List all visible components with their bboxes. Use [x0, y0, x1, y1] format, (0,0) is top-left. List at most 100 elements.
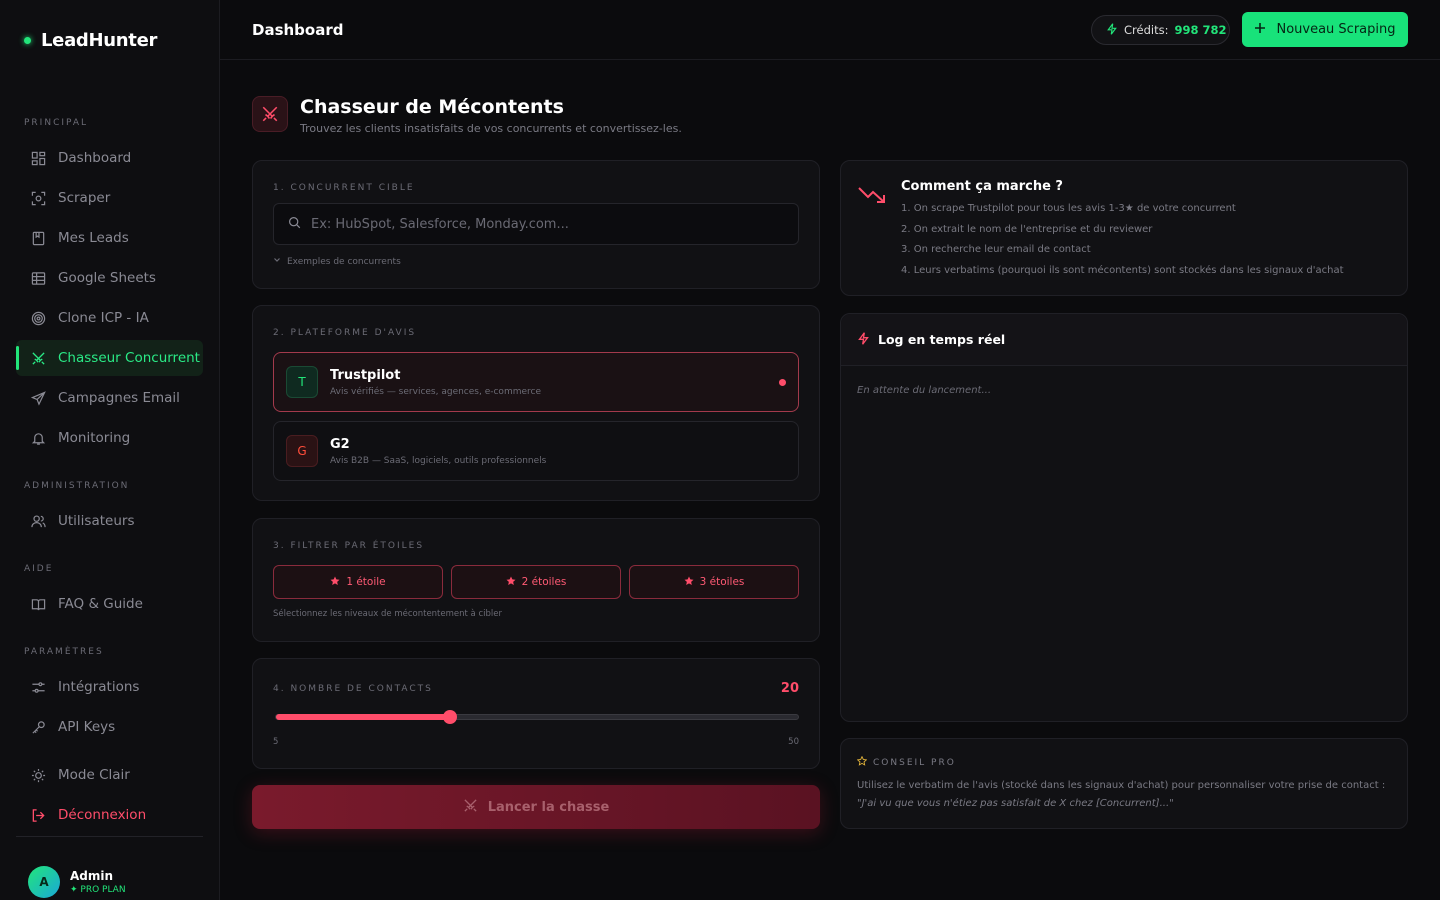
step-platform-card: 2. PLATEFORME D'AVIS T Trustpilot Avis v… — [252, 305, 820, 501]
credits-badge: Crédits: 998 782 — [1091, 15, 1230, 45]
user-profile[interactable]: A Admin ✦ PRO PLAN — [28, 866, 126, 898]
sidebar-item-deconnexion[interactable]: Déconnexion — [16, 797, 203, 833]
launch-hunt-button[interactable]: Lancer la chasse — [252, 785, 820, 829]
log-title: Log en temps réel — [878, 332, 1006, 347]
sidebar-item-monitoring[interactable]: Monitoring — [16, 420, 203, 456]
step-label: 4. NOMBRE DE CONTACTS — [273, 684, 433, 694]
platform-name: G2 — [330, 436, 350, 452]
how-step: 3. On recherche leur email de contact — [901, 244, 1091, 255]
sidebar-item-label: Chasseur Concurrent — [58, 350, 200, 366]
slider-fill — [276, 714, 450, 720]
sun-icon — [30, 767, 46, 783]
new-scraping-button[interactable]: Nouveau Scraping — [1242, 12, 1408, 47]
contact-count-value: 20 — [780, 681, 799, 696]
user-plan: ✦ PRO PLAN — [70, 885, 126, 895]
sidebar-item-api-keys[interactable]: API Keys — [16, 709, 203, 745]
target-icon — [30, 310, 46, 326]
book-open-icon — [30, 596, 46, 612]
launch-label: Lancer la chasse — [487, 799, 610, 815]
platform-option-g2[interactable]: G G2 Avis B2B — SaaS, logiciels, outils … — [273, 421, 799, 481]
sidebar: LeadHunter PRINCIPAL Dashboard Scraper M… — [0, 0, 220, 900]
sidebar-item-campagnes-email[interactable]: Campagnes Email — [16, 380, 203, 416]
how-it-works-card: Comment ça marche ? 1. On scrape Trustpi… — [840, 160, 1408, 296]
log-waiting-text: En attente du lancement... — [857, 385, 991, 396]
g2-badge: G — [286, 435, 318, 467]
sidebar-item-integrations[interactable]: Intégrations — [16, 669, 203, 705]
competitor-input[interactable] — [311, 216, 791, 232]
section-label-aide: AIDE — [24, 564, 54, 574]
sidebar-item-google-sheets[interactable]: Google Sheets — [16, 260, 203, 296]
platform-name: Trustpilot — [330, 367, 401, 383]
step-concurrent-card: 1. CONCURRENT CIBLE Exemples de concurre… — [252, 160, 820, 289]
sidebar-item-label: Mode Clair — [58, 767, 130, 783]
credits-value: 998 782 — [1174, 23, 1227, 37]
sidebar-item-label: Dashboard — [58, 150, 132, 166]
sidebar-item-clone-icp[interactable]: Clone ICP - IA — [16, 300, 203, 336]
star-filter-2[interactable]: 2 étoiles — [451, 565, 621, 599]
logout-icon — [30, 807, 46, 823]
table-icon — [30, 270, 46, 286]
sidebar-item-mes-leads[interactable]: Mes Leads — [16, 220, 203, 256]
step-label: 2. PLATEFORME D'AVIS — [273, 328, 417, 338]
sidebar-item-mode-clair[interactable]: Mode Clair — [16, 757, 203, 793]
sidebar-item-faq[interactable]: FAQ & Guide — [16, 586, 203, 622]
sidebar-item-label: API Keys — [58, 719, 116, 735]
crossed-swords-icon — [30, 350, 46, 366]
top-header: Dashboard Crédits: 998 782 Nouveau Scrap… — [220, 0, 1440, 60]
star-filter-label: 1 étoile — [346, 576, 386, 588]
crossed-swords-icon — [463, 798, 478, 817]
sidebar-item-label: Scraper — [58, 190, 111, 206]
header-title: Dashboard — [252, 21, 344, 39]
sidebar-item-utilisateurs[interactable]: Utilisateurs — [16, 503, 203, 539]
log-header: Log en temps réel — [841, 314, 1407, 366]
sidebar-item-label: Intégrations — [58, 679, 140, 695]
sidebar-item-dashboard[interactable]: Dashboard — [16, 140, 203, 176]
sidebar-item-scraper[interactable]: Scraper — [16, 180, 203, 216]
star-filter-label: 2 étoiles — [521, 576, 567, 588]
bookmark-icon — [30, 230, 46, 246]
users-icon — [30, 513, 46, 529]
page-subtitle: Trouvez les clients insatisfaits de vos … — [300, 122, 682, 135]
how-title: Comment ça marche ? — [901, 179, 1063, 194]
sidebar-item-chasseur-concurrent[interactable]: Chasseur Concurrent — [16, 340, 203, 376]
tip-body: Utilisez le verbatim de l'avis (stocké d… — [857, 780, 1386, 791]
stars-hint: Sélectionnez les niveaux de mécontenteme… — [273, 609, 502, 619]
user-name: Admin — [70, 869, 114, 883]
page-title: Chasseur de Mécontents — [300, 96, 564, 118]
slider-min: 5 — [273, 737, 279, 747]
bell-icon — [30, 430, 46, 446]
credits-label: Crédits: — [1124, 23, 1169, 37]
tip-label: CONSEIL PRO — [873, 757, 956, 768]
zap-icon — [1106, 22, 1118, 38]
how-step: 1. On scrape Trustpilot pour tous les av… — [901, 203, 1236, 214]
contact-count-slider[interactable] — [275, 710, 799, 724]
competitor-search[interactable] — [273, 203, 799, 245]
section-label-principal: PRINCIPAL — [24, 118, 89, 128]
logo[interactable]: LeadHunter — [24, 30, 157, 51]
examples-toggle[interactable]: Exemples de concurrents — [273, 256, 401, 267]
sidebar-item-label: Google Sheets — [58, 270, 156, 286]
examples-label: Exemples de concurrents — [287, 256, 401, 267]
sidebar-item-label: Clone ICP - IA — [58, 310, 149, 326]
sliders-icon — [30, 679, 46, 695]
logo-dot-icon — [24, 37, 31, 44]
trustpilot-badge: T — [286, 366, 318, 398]
how-steps: 1. On scrape Trustpilot pour tous les av… — [901, 203, 1344, 285]
section-label-parametres: PARAMÈTRES — [24, 647, 104, 657]
chevron-down-icon — [273, 256, 281, 267]
platform-desc: Avis B2B — SaaS, logiciels, outils profe… — [330, 455, 547, 466]
selected-indicator — [779, 379, 786, 386]
platform-option-trustpilot[interactable]: T Trustpilot Avis vérifiés — services, a… — [273, 352, 799, 412]
new-scraping-label: Nouveau Scraping — [1276, 22, 1396, 37]
star-icon — [684, 576, 694, 589]
pro-tip-card: CONSEIL PRO Utilisez le verbatim de l'av… — [840, 738, 1408, 829]
slider-handle[interactable] — [442, 710, 457, 724]
step-stars-card: 3. FILTRER PAR ÉTOILES 1 étoile 2 étoile… — [252, 518, 820, 642]
how-step: 2. On extrait le nom de l'entreprise et … — [901, 223, 1153, 235]
plus-icon — [1254, 22, 1266, 38]
tip-quote: "J'ai vu que vous n'étiez pas satisfait … — [857, 798, 1174, 809]
star-filter-1[interactable]: 1 étoile — [273, 565, 443, 599]
key-icon — [30, 719, 46, 735]
star-filter-3[interactable]: 3 étoiles — [629, 565, 799, 599]
sidebar-item-label: FAQ & Guide — [58, 596, 143, 612]
